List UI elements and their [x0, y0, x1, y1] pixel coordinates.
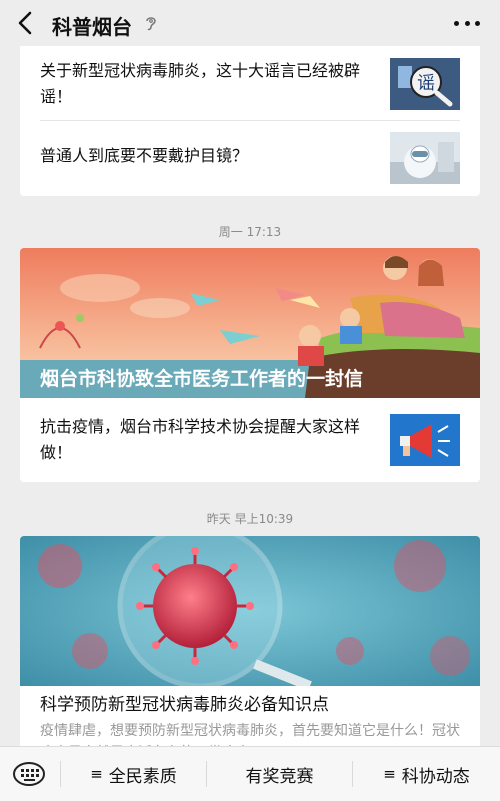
article-item-goggles[interactable]: 普通人到底要不要戴护目镜？	[20, 121, 480, 196]
menu-contest[interactable]: 有奖竞赛	[207, 747, 352, 801]
rumor-thumbnail: 谣	[390, 58, 460, 110]
hero-article[interactable]: 烟台市科协致全市医务工作者的一封信	[20, 248, 480, 398]
megaphone-thumbnail	[390, 414, 460, 466]
hero-title: 烟台市科协致全市医务工作者的一封信	[40, 368, 364, 390]
timestamp: 昨天 早上10:39	[206, 512, 294, 526]
article-item-protect[interactable]: 抗击疫情，烟台市科学技术协会提醒大家这样做！	[20, 398, 480, 482]
menu-list-icon: ≡	[90, 765, 103, 783]
menu-list-icon: ≡	[383, 765, 396, 783]
article-title: 科学预防新型冠状病毒肺炎必备知识点	[40, 695, 329, 715]
article-title: 普通人到底要不要戴护目镜？	[40, 146, 249, 165]
page-title: 科普烟台	[52, 15, 132, 39]
article-item-rumors[interactable]: 关于新型冠状病毒肺炎，这十大谣言已经被辟谣！ 谣	[20, 46, 480, 120]
article-title: 关于新型冠状病毒肺炎，这十大谣言已经被辟谣！	[40, 61, 361, 106]
goggles-thumbnail	[390, 132, 460, 184]
virus-hero	[20, 536, 480, 686]
article-card-2: 烟台市科协致全市医务工作者的一封信 抗击疫情，烟台市科学技术协会提醒大家这样做！	[20, 248, 480, 482]
timestamp: 周一 17:13	[218, 225, 282, 239]
virus-illustration	[20, 536, 480, 686]
more-options-icon[interactable]	[454, 14, 480, 32]
article-card-1: 关于新型冠状病毒肺炎，这十大谣言已经被辟谣！ 谣 普通人到底要不要戴护目镜？	[20, 46, 480, 196]
menu-label: 科协动态	[401, 766, 470, 787]
listen-ear-icon[interactable]	[144, 15, 158, 31]
menu-label: 全民素质	[108, 766, 177, 787]
article-card-3[interactable]: 科学预防新型冠状病毒肺炎必备知识点 疫情肆虐，想要预防新型冠状病毒肺炎，首先要知…	[20, 536, 480, 756]
back-arrow-icon[interactable]	[14, 10, 38, 36]
menu-news[interactable]: ≡ 科协动态	[353, 747, 500, 801]
top-nav-bar: 科普烟台	[0, 0, 500, 46]
keyboard-icon[interactable]	[12, 761, 46, 787]
rumor-glyph: 谣	[417, 73, 435, 94]
menu-label: 有奖竞赛	[245, 766, 314, 787]
article-title: 抗击疫情，烟台市科学技术协会提醒大家这样做！	[40, 417, 361, 462]
menu-quality[interactable]: ≡ 全民素质	[61, 747, 206, 801]
bottom-menu-bar: ≡ 全民素质 有奖竞赛 ≡ 科协动态	[0, 746, 500, 801]
